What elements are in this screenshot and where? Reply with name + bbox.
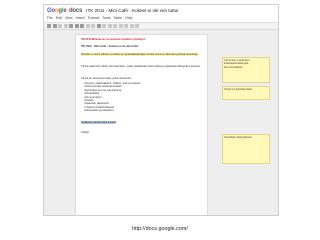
text-color-icon[interactable] <box>85 24 90 28</box>
indent-icon[interactable] <box>113 24 117 28</box>
paragraph: Tämä vaatii toki vähän panostamista, mut… <box>81 65 201 68</box>
bold-icon[interactable] <box>69 24 73 28</box>
browser-window: Google docs ITK 2011 - Mini Café - Kokee… <box>43 4 279 216</box>
comment-box[interactable]: Kokeillaan tätä yhdessä. <box>222 134 270 164</box>
formatting-toolbar <box>44 22 278 30</box>
document-page[interactable]: ITK2011 Miniversio on avoimen sisällön-r… <box>75 34 208 215</box>
comment-text: Tässä voi kirjoittaa lisää. <box>224 88 253 91</box>
paragraph: Moodle on suuri julkinen sovellus ja opi… <box>81 53 201 56</box>
underline-icon[interactable] <box>80 24 84 28</box>
align-left-icon[interactable] <box>124 24 128 28</box>
comment-box[interactable]: Tässä voi kirjoittaa lisää. <box>222 86 270 100</box>
link-icon[interactable] <box>96 24 101 28</box>
bullet-list: Kuvaus, ylläpitoaktiivit, hallinto, tuki… <box>84 82 202 113</box>
font-size-select[interactable] <box>63 24 68 28</box>
url-caption: http://docs.google.com/ <box>132 226 188 232</box>
highlighted-text: Moodle on suuri julkinen sovellus ja opi… <box>81 53 199 56</box>
bullet-list-icon[interactable] <box>107 24 112 28</box>
align-right-icon[interactable] <box>135 24 139 28</box>
selected-text: Lisätietoa päivittyvästi sivulla. <box>81 121 117 124</box>
highlight-icon[interactable] <box>91 24 95 28</box>
comment-box[interactable]: Tämä sivu muodostuu kokonaisuudesta jota… <box>222 57 270 83</box>
logo-letter: e <box>63 7 67 14</box>
signature: Tekijät <box>81 131 89 134</box>
align-center-icon[interactable] <box>129 24 134 28</box>
paragraph: Lisätietoa päivittyvästi sivulla. <box>81 121 201 124</box>
italic-icon[interactable] <box>74 24 79 28</box>
comment-text: Kokeillaan tätä yhdessä. <box>224 136 253 139</box>
document-title[interactable]: ITK 2011 - Mini Café - Kokeet ei ole nii… <box>86 8 178 13</box>
paragraph: Tässä on seuraavat asiat, jotka toteutuv… <box>81 77 132 80</box>
comment-text: Tämä sivu muodostuu kokonaisuudesta jota… <box>224 59 250 69</box>
title-bar: Google docs ITK 2011 - Mini Café - Kokee… <box>44 5 278 16</box>
numbered-list-icon[interactable] <box>102 24 106 28</box>
outdent-icon[interactable] <box>118 24 123 28</box>
google-docs-logo[interactable]: Google docs <box>47 8 82 14</box>
redo-icon[interactable] <box>52 24 57 28</box>
document-heading: ITK2011 Miniversio on avoimen sisällön-r… <box>81 38 146 41</box>
undo-icon[interactable] <box>47 24 51 28</box>
document-canvas: ITK2011 Miniversio on avoimen sisällön-r… <box>44 30 278 215</box>
font-select[interactable] <box>58 24 62 28</box>
logo-suffix: docs <box>68 7 83 14</box>
list-item: Keskustelu ja palautteet <box>84 109 202 112</box>
document-title-line: ITK 2011 - Mini Café - Kokeet ei ole nii… <box>81 45 139 48</box>
